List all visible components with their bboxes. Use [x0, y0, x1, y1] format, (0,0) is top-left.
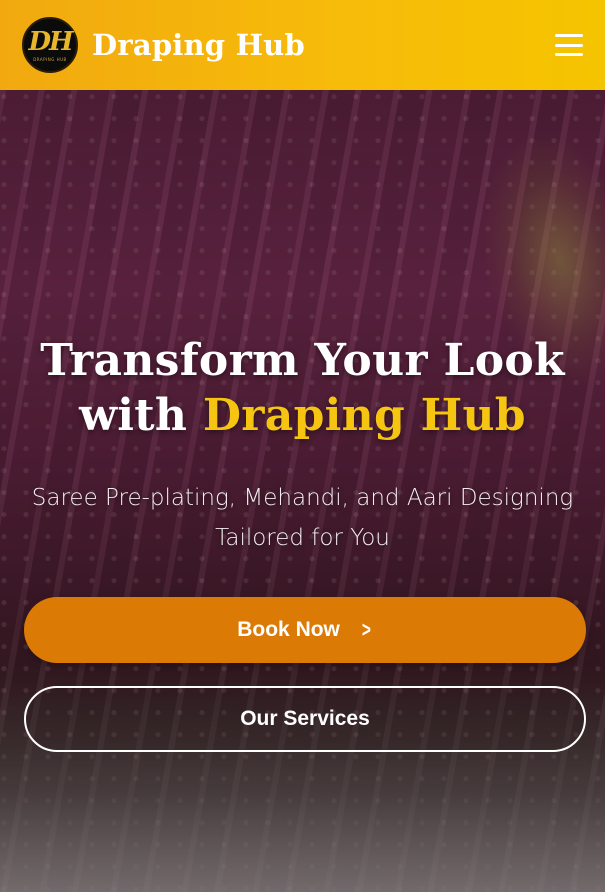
our-services-button[interactable]: Our Services [24, 686, 586, 752]
hero-headline: Transform Your Look with Draping Hub [0, 333, 605, 443]
book-now-label: Book Now [237, 618, 340, 641]
our-services-label: Our Services [240, 707, 370, 730]
hero-subtitle: Saree Pre-plating, Mehandi, and Aari Des… [31, 485, 574, 551]
hero-section: Transform Your Look with Draping Hub Sar… [0, 90, 605, 892]
headline-accent: Draping Hub [202, 390, 526, 441]
headline-line-2-prefix: with [79, 390, 203, 441]
page: DH DRAPING HUB Draping Hub Transform You… [0, 0, 605, 892]
book-now-button[interactable]: Book Now > [24, 597, 586, 663]
site-header: DH DRAPING HUB Draping Hub [0, 0, 605, 90]
logo-mark: DH [28, 26, 73, 57]
headline-line-1: Transform Your Look [40, 335, 565, 386]
hamburger-menu-icon[interactable] [555, 34, 583, 56]
menu-bar [555, 34, 583, 37]
chevron-right-icon: > [361, 617, 371, 642]
brand-name[interactable]: Draping Hub [92, 28, 305, 62]
menu-bar [555, 53, 583, 56]
logo-subtext: DRAPING HUB [33, 56, 67, 62]
logo[interactable]: DH DRAPING HUB [22, 17, 78, 73]
menu-bar [555, 43, 583, 47]
